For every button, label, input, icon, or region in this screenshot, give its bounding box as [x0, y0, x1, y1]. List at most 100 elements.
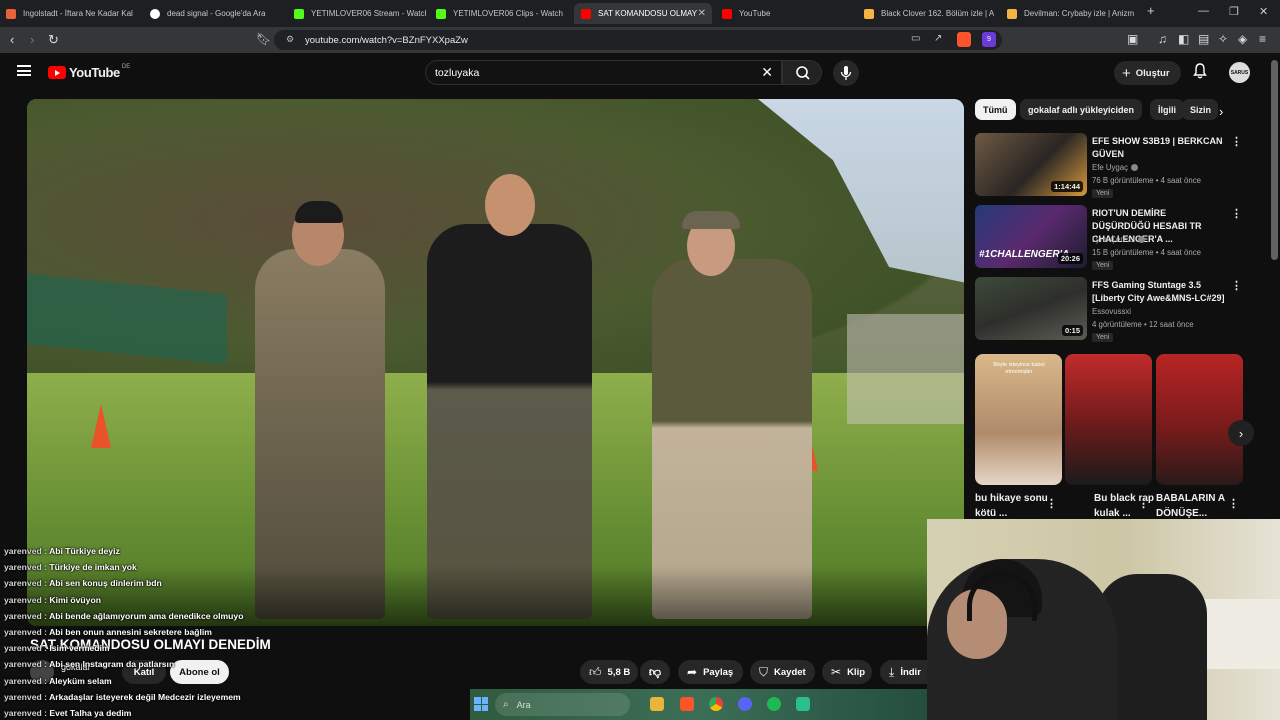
- restore-icon[interactable]: ❐: [1229, 5, 1239, 18]
- more-options-icon[interactable]: ⋮: [1231, 135, 1242, 148]
- more-options-icon[interactable]: ⋮: [1231, 207, 1242, 220]
- browser-tab[interactable]: YouTube: [722, 3, 852, 24]
- video-thumbnail[interactable]: #1CHALLENGER'A 20:26: [975, 205, 1087, 268]
- recommendation-channel[interactable]: Lynx Çerezz: [1092, 235, 1146, 244]
- chip-for-you[interactable]: Sizin: [1182, 99, 1218, 120]
- recommendation-channel[interactable]: Essovussxi: [1092, 307, 1131, 316]
- forward-icon[interactable]: ›: [30, 32, 34, 47]
- windows-start-icon[interactable]: [474, 697, 488, 711]
- short-title[interactable]: bu hikaye sonu kötü ...: [975, 491, 1053, 521]
- share-icon[interactable]: ↗: [934, 33, 942, 44]
- channel-label: Efe Uygaç: [1092, 163, 1128, 172]
- search-icon: [796, 66, 810, 80]
- minimize-icon[interactable]: —: [1198, 5, 1209, 17]
- more-options-icon[interactable]: ⋮: [1228, 497, 1239, 510]
- search-input[interactable]: tozluyaka ✕: [425, 60, 782, 85]
- youtube-logo[interactable]: YouTube DE: [48, 64, 130, 80]
- person-left-beanie: [295, 201, 343, 223]
- vpn-icon[interactable]: ◈: [1238, 32, 1247, 46]
- kick-icon: [294, 8, 304, 19]
- brave-rewards-icon[interactable]: 9: [982, 32, 996, 47]
- chrome-icon[interactable]: [709, 697, 723, 711]
- back-icon[interactable]: ‹: [10, 32, 14, 47]
- file-explorer-icon[interactable]: [650, 697, 664, 711]
- more-options-icon[interactable]: ⋮: [1231, 279, 1242, 292]
- taskbar-search[interactable]: ⌕ Ara: [495, 693, 630, 716]
- chat-text: Arkadaşlar isteyerek değil Medcezir izle…: [49, 691, 241, 702]
- leo-icon[interactable]: ✧: [1218, 32, 1228, 46]
- like-count: 5,8 B: [607, 666, 631, 678]
- person-middle: [427, 224, 592, 619]
- browser-tab[interactable]: Black Clover 162. Bölüm izle | A: [864, 3, 994, 24]
- search-icon: ⌕: [503, 699, 509, 710]
- youtube-header: YouTube DE tozluyaka ✕ + Oluştur SARUS: [0, 53, 1280, 93]
- like-button[interactable]: 👍︎ 5,8 B: [580, 660, 638, 684]
- recommendation-title[interactable]: FFS Gaming Stuntage 3.5 [Liberty City Aw…: [1092, 279, 1227, 305]
- video-thumbnail[interactable]: 0:15: [975, 277, 1087, 340]
- browser-tab[interactable]: dead signal - Google'da Ara: [150, 3, 282, 24]
- wallet-icon[interactable]: ▤: [1198, 32, 1209, 46]
- short-thumbnail[interactable]: Böyle isteyince kabul etmemişler: [975, 354, 1062, 485]
- create-button[interactable]: + Oluştur: [1114, 61, 1181, 85]
- page-scrollbar[interactable]: [1271, 60, 1278, 260]
- clip-button[interactable]: ✂ Klip: [822, 660, 872, 684]
- url-text[interactable]: youtube.com/watch?v=BZnFYXXpaZw: [305, 35, 468, 46]
- recommendation-channel[interactable]: Efe Uygaç: [1092, 163, 1138, 172]
- recommendation-item[interactable]: #1CHALLENGER'A 20:26 RIOT'UN DEMİRE DÜŞÜ…: [975, 205, 1242, 270]
- chat-separator: :: [41, 675, 50, 686]
- chip-all[interactable]: Tümü: [975, 99, 1016, 120]
- close-tab-icon[interactable]: ✕: [698, 8, 712, 19]
- sidebar-icon[interactable]: ◧: [1178, 32, 1189, 46]
- thumbs-up-icon: 👍︎: [589, 664, 602, 679]
- share-button[interactable]: ➦ Paylaş: [678, 660, 743, 684]
- notifications-bell-icon[interactable]: [1192, 62, 1208, 83]
- recommendation-title[interactable]: EFE SHOW S3B19 | BERKCAN GÜVEN: [1092, 135, 1227, 161]
- dislike-button[interactable]: 👎︎: [640, 660, 670, 684]
- close-window-icon[interactable]: ✕: [1259, 5, 1268, 18]
- cast-icon[interactable]: ▭: [911, 33, 920, 44]
- discord-icon[interactable]: [738, 697, 752, 711]
- browser-tab[interactable]: Ingolstadt - İftara Ne Kadar Kal: [6, 3, 138, 24]
- brave-shield-icon[interactable]: [957, 32, 971, 47]
- recommendation-item[interactable]: 1:14:44 EFE SHOW S3B19 | BERKCAN GÜVEN E…: [975, 133, 1242, 198]
- short-thumbnail[interactable]: [1156, 354, 1243, 485]
- extension-icon[interactable]: ▣: [1127, 32, 1138, 46]
- media-icon[interactable]: ♫: [1158, 32, 1167, 46]
- shorts-next-icon[interactable]: ›: [1228, 420, 1254, 446]
- account-avatar[interactable]: SARUS: [1229, 62, 1250, 83]
- video-thumbnail[interactable]: 1:14:44: [975, 133, 1087, 196]
- webcam-overlay: [927, 519, 1280, 720]
- chat-separator: :: [41, 610, 50, 621]
- chip-from-uploader[interactable]: gokalaf adlı yükleyiciden: [1020, 99, 1143, 120]
- recommendation-item[interactable]: 0:15 FFS Gaming Stuntage 3.5 [Liberty Ci…: [975, 277, 1242, 342]
- spotify-icon[interactable]: [767, 697, 781, 711]
- more-options-icon[interactable]: ⋮: [1138, 497, 1149, 510]
- browser-tab[interactable]: YETIMLOVER06 Stream - Watch: [294, 3, 426, 24]
- short-thumbnail[interactable]: [1065, 354, 1152, 485]
- download-button[interactable]: ⤓ İndir: [880, 660, 927, 684]
- chat-username: yarenved: [4, 643, 42, 654]
- save-button[interactable]: ⛉ Kaydet: [750, 660, 815, 684]
- app-icon[interactable]: [796, 697, 810, 711]
- chips-next-icon[interactable]: ›: [1219, 104, 1223, 119]
- new-tab-icon[interactable]: +: [1147, 3, 1155, 18]
- more-options-icon[interactable]: ⋮: [1046, 497, 1057, 510]
- chip-related[interactable]: İlgili: [1150, 99, 1184, 120]
- voice-search-button[interactable]: [833, 60, 859, 86]
- menu-icon[interactable]: ≡: [1259, 32, 1266, 46]
- clear-search-icon[interactable]: ✕: [761, 64, 773, 81]
- menu-hamburger-icon[interactable]: [17, 65, 31, 76]
- brave-browser-icon[interactable]: [680, 697, 694, 711]
- bookmark-icon[interactable]: 🔖︎: [256, 32, 271, 46]
- verified-icon: [1138, 236, 1146, 243]
- short-title[interactable]: BABALARIN A DÖNÜŞE...: [1156, 491, 1226, 521]
- search-button[interactable]: [782, 60, 822, 85]
- browser-tab[interactable]: Devilman: Crybaby izle | Anizm: [1007, 3, 1137, 24]
- site-info-icon[interactable]: ⚙: [286, 34, 294, 45]
- search-query[interactable]: tozluyaka: [435, 67, 479, 79]
- browser-tab[interactable]: YETIMLOVER06 Clips - Watch L: [436, 3, 564, 24]
- reload-icon[interactable]: ↻: [48, 32, 59, 48]
- chat-text: Evet Talha ya dedim: [49, 708, 132, 719]
- omnibox[interactable]: 🔖︎ ⚙ youtube.com/watch?v=BZnFYXXpaZw ▭ ↗: [256, 30, 1002, 50]
- browser-tab-active[interactable]: SAT KOMANDOSU OLMAY ✕: [574, 3, 712, 24]
